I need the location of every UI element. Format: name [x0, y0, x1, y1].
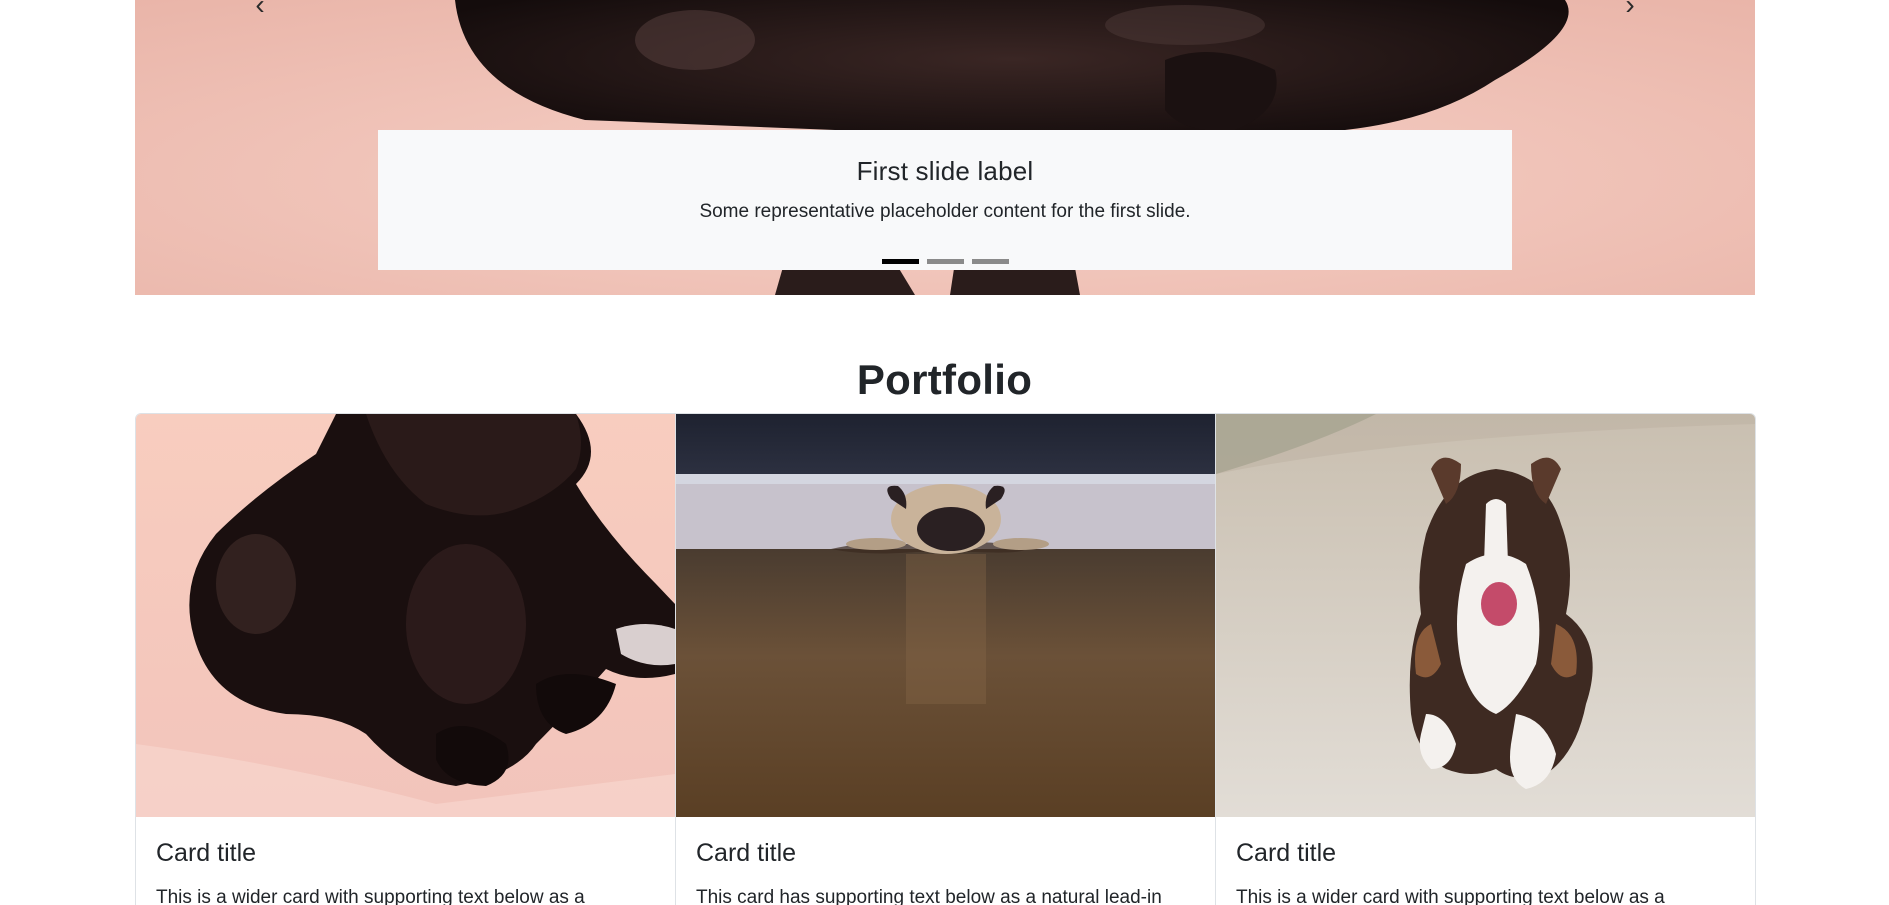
carousel-prev-button[interactable]: ‹: [240, 0, 280, 20]
card-title: Card title: [696, 839, 797, 867]
card-body: Card title This is a wider card with sup…: [1216, 817, 1755, 905]
slide-text: Some representative placeholder content …: [699, 201, 1191, 222]
chevron-right-icon: ›: [1625, 0, 1635, 20]
card-title: Card title: [1236, 839, 1337, 867]
portfolio-card-3: Card title This is a wider card with sup…: [1216, 414, 1755, 905]
portfolio-heading: Portfolio: [856, 356, 1033, 403]
portfolio-card-2: Card title This card has supporting text…: [676, 414, 1216, 905]
page: ‹ › First slide label Some representativ…: [0, 0, 1889, 905]
card-image-black-dog: [136, 414, 675, 817]
card-text: This is a wider card with supporting tex…: [1236, 887, 1665, 905]
carousel-indicator-3[interactable]: [971, 259, 1009, 264]
portfolio-card-1: Card title This is a wider card with sup…: [136, 414, 676, 905]
chevron-left-icon: ‹: [255, 0, 265, 20]
carousel-indicators: [378, 259, 1512, 264]
carousel-next-button[interactable]: ›: [1610, 0, 1650, 20]
card-body: Card title This card has supporting text…: [676, 817, 1215, 905]
carousel-indicator-2[interactable]: [926, 259, 964, 264]
card-title: Card title: [156, 839, 257, 867]
card-group: Card title This is a wider card with sup…: [135, 413, 1756, 905]
card-image-pug: [676, 414, 1215, 817]
slide-title: First slide label: [856, 156, 1034, 186]
image-carousel: ‹ › First slide label Some representativ…: [135, 0, 1755, 295]
card-body: Card title This is a wider card with sup…: [136, 817, 675, 905]
card-text: This is a wider card with supporting tex…: [156, 887, 585, 905]
carousel-caption: First slide label Some representative pl…: [378, 130, 1512, 270]
card-image-australian-shepherd: [1216, 414, 1755, 817]
carousel-indicator-1[interactable]: [881, 259, 919, 264]
card-text: This card has supporting text below as a…: [696, 887, 1162, 905]
